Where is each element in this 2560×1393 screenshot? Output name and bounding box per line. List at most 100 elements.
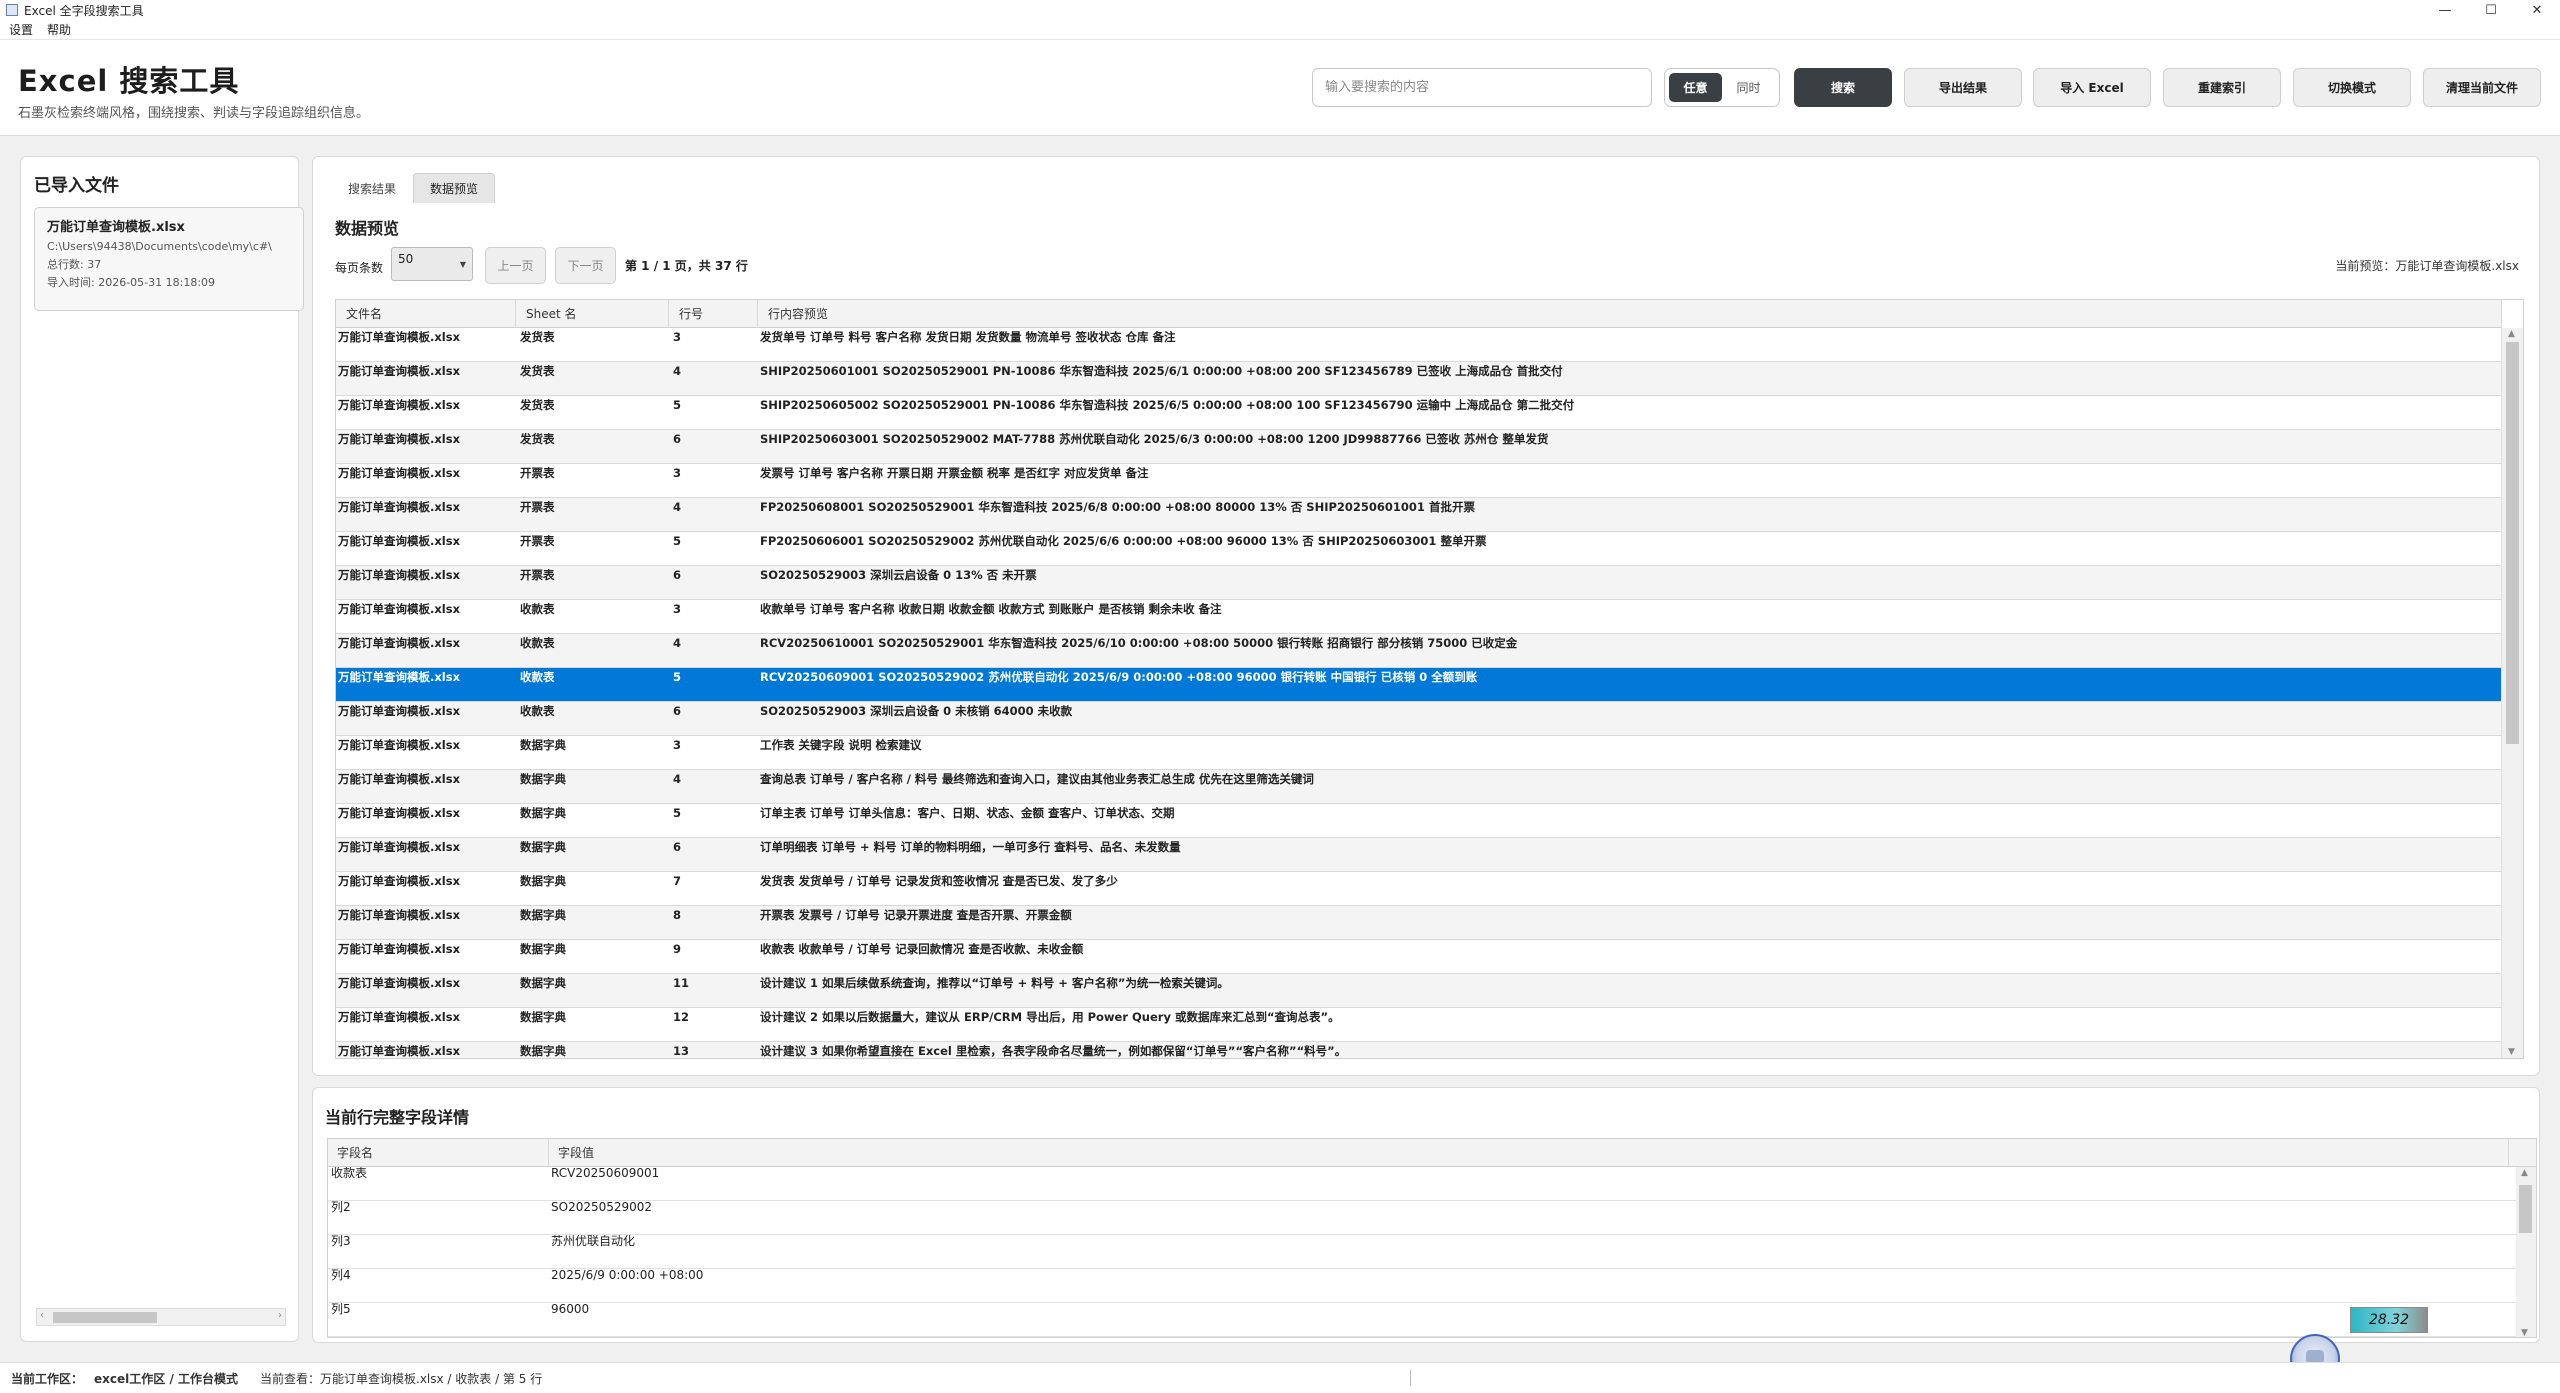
cell-content: FP20250608001 SO20250529001 华东智造科技 2025/…	[760, 500, 1475, 514]
table-row[interactable]: 万能订单查询模板.xlsx 数据字典 6 订单明细表 订单号 + 料号 订单的物料明细…	[336, 838, 2502, 872]
import-excel-button[interactable]: 导入 Excel	[2033, 68, 2151, 107]
vertical-scrollbar[interactable]: ▲ ▼	[2501, 328, 2523, 1058]
mode-any-option[interactable]: 任意	[1669, 73, 1722, 102]
next-page-button[interactable]: 下一页	[555, 247, 616, 284]
table-row[interactable]: 万能订单查询模板.xlsx 发货表 3 发货单号 订单号 料号 客户名称 发货日期 发…	[336, 328, 2502, 362]
workspace-value: excel工作区 / 工作台模式	[94, 1371, 238, 1386]
scroll-up-icon[interactable]: ▲	[2508, 329, 2515, 339]
col-header-filename[interactable]: 文件名	[336, 300, 516, 328]
cell-filename: 万能订单查询模板.xlsx	[338, 636, 460, 650]
scroll-down-icon[interactable]: ▼	[2508, 1047, 2515, 1057]
menu-settings[interactable]: 设置	[9, 21, 33, 38]
imported-files-title: 已导入文件	[34, 176, 119, 196]
cell-content: 发票号 订单号 客户名称 开票日期 开票金额 税率 是否红字 对应发货单 备注	[760, 466, 1149, 480]
scroll-right-icon[interactable]: ›	[278, 1310, 282, 1321]
scroll-down-icon[interactable]: ▼	[2521, 1328, 2528, 1337]
table-row[interactable]: 万能订单查询模板.xlsx 发货表 6 SHIP20250603001 SO20250…	[336, 430, 2502, 464]
table-row[interactable]: 万能订单查询模板.xlsx 数据字典 13 设计建议 3 如果你希望直接在 Excel…	[336, 1042, 2502, 1058]
cell-sheet: 数据字典	[520, 976, 566, 990]
table-row[interactable]: 万能订单查询模板.xlsx 收款表 4 RCV20250610001 SO202505…	[336, 634, 2502, 668]
cell-filename: 万能订单查询模板.xlsx	[338, 330, 460, 344]
table-row[interactable]: 万能订单查询模板.xlsx 数据字典 9 收款表 收款单号 / 订单号 记录回款情况 …	[336, 940, 2502, 974]
col-header-field-value[interactable]: 字段值	[549, 1139, 2509, 1166]
table-row[interactable]: 万能订单查询模板.xlsx 开票表 5 FP20250606001 SO2025052…	[336, 532, 2502, 566]
rebuild-index-button[interactable]: 重建索引	[2163, 68, 2281, 107]
cell-row-number: 4	[673, 364, 682, 378]
scrollbar-thumb[interactable]	[2506, 342, 2519, 744]
table-row[interactable]: 万能订单查询模板.xlsx 收款表 5 RCV20250609001 SO202505…	[336, 668, 2502, 702]
switch-mode-button[interactable]: 切换模式	[2293, 68, 2411, 107]
cell-filename: 万能订单查询模板.xlsx	[338, 1010, 460, 1024]
search-mode-toggle: 任意 同时	[1664, 68, 1780, 107]
table-row[interactable]: 万能订单查询模板.xlsx 发货表 5 SHIP20250605002 SO20250…	[336, 396, 2502, 430]
prev-page-button[interactable]: 上一页	[485, 247, 546, 284]
app-title: Excel 搜索工具	[18, 64, 240, 98]
table-row[interactable]: 万能订单查询模板.xlsx 数据字典 7 发货表 发货单号 / 订单号 记录发货和签收…	[336, 872, 2502, 906]
scroll-left-icon[interactable]: ‹	[40, 1310, 44, 1321]
file-card[interactable]: 万能订单查询模板.xlsx C:\Users\94438\Documents\c…	[34, 207, 304, 311]
detail-row[interactable]: 收款表 RCV20250609001	[328, 1167, 2536, 1201]
table-row[interactable]: 万能订单查询模板.xlsx 开票表 6 SO20250529003 深圳云启设备 0 …	[336, 566, 2502, 600]
per-page-select[interactable]: 50 ▼	[391, 247, 473, 281]
export-results-button[interactable]: 导出结果	[1904, 68, 2022, 107]
cell-filename: 万能订单查询模板.xlsx	[338, 466, 460, 480]
table-row[interactable]: 万能订单查询模板.xlsx 数据字典 3 工作表 关键字段 说明 检索建议	[336, 736, 2502, 770]
floating-meter-widget[interactable]: 28.32	[2350, 1307, 2428, 1333]
clear-current-file-button[interactable]: 清理当前文件	[2423, 68, 2541, 107]
cell-content: 订单主表 订单号 订单头信息：客户、日期、状态、金额 查客户、订单状态、交期	[760, 806, 1175, 820]
col-header-sheet[interactable]: Sheet 名	[516, 300, 669, 328]
col-header-content[interactable]: 行内容预览	[758, 300, 2502, 328]
cell-row-number: 9	[673, 942, 682, 956]
cell-field-value: 苏州优联自动化	[551, 1235, 636, 1248]
col-header-row-number[interactable]: 行号	[669, 300, 758, 328]
mode-all-option[interactable]: 同时	[1722, 73, 1775, 102]
table-row[interactable]: 万能订单查询模板.xlsx 发货表 4 SHIP20250601001 SO20250…	[336, 362, 2502, 396]
tab-search-results[interactable]: 搜索结果	[331, 173, 413, 203]
cell-content: 订单明细表 订单号 + 料号 订单的物料明细，一单可多行 查料号、品名、未发数量	[760, 840, 1181, 854]
cell-content: SO20250529003 深圳云启设备 0 13% 否 未开票	[760, 568, 1037, 582]
detail-row[interactable]: 列4 2025/6/9 0:00:00 +08:00	[328, 1269, 2536, 1303]
cell-sheet: 数据字典	[520, 942, 566, 956]
chevron-down-icon: ▼	[459, 260, 466, 269]
table-row[interactable]: 万能订单查询模板.xlsx 开票表 3 发票号 订单号 客户名称 开票日期 开票金额 …	[336, 464, 2502, 498]
table-row[interactable]: 万能订单查询模板.xlsx 数据字典 4 查询总表 订单号 / 客户名称 / 料号 最…	[336, 770, 2502, 804]
cell-sheet: 开票表	[520, 568, 555, 582]
menu-help[interactable]: 帮助	[47, 21, 71, 38]
cell-row-number: 5	[673, 806, 682, 820]
cell-sheet: 发货表	[520, 432, 555, 446]
detail-vertical-scrollbar[interactable]: ▲ ▼	[2516, 1167, 2536, 1337]
col-header-field-name[interactable]: 字段名	[328, 1139, 549, 1166]
minimize-icon[interactable]: —	[2422, 0, 2468, 20]
table-row[interactable]: 万能订单查询模板.xlsx 数据字典 5 订单主表 订单号 订单头信息：客户、日期、状…	[336, 804, 2502, 838]
cell-row-number: 11	[673, 976, 690, 990]
main-panel: 搜索结果 数据预览 数据预览 每页条数 50 ▼ 上一页 下一页 第 1 / 1…	[312, 156, 2540, 1076]
search-input[interactable]	[1312, 68, 1652, 107]
cell-filename: 万能订单查询模板.xlsx	[338, 364, 460, 378]
search-button[interactable]: 搜索	[1794, 68, 1892, 107]
cell-sheet: 数据字典	[520, 874, 566, 888]
cell-filename: 万能订单查询模板.xlsx	[338, 772, 460, 786]
status-divider	[1410, 1370, 1411, 1386]
detail-row[interactable]: 列2 SO20250529002	[328, 1201, 2536, 1235]
table-row[interactable]: 万能订单查询模板.xlsx 数据字典 12 设计建议 2 如果以后数据量大，建议从 E…	[336, 1008, 2502, 1042]
workspace-label: 当前工作区：	[11, 1371, 84, 1386]
table-row[interactable]: 万能订单查询模板.xlsx 数据字典 11 设计建议 1 如果后续做系统查询，推荐以“…	[336, 974, 2502, 1008]
table-row[interactable]: 万能订单查询模板.xlsx 数据字典 8 开票表 发票号 / 订单号 记录开票进度 查…	[336, 906, 2502, 940]
cell-filename: 万能订单查询模板.xlsx	[338, 432, 460, 446]
table-row[interactable]: 万能订单查询模板.xlsx 收款表 3 收款单号 订单号 客户名称 收款日期 收款金额…	[336, 600, 2502, 634]
scrollbar-thumb[interactable]	[2519, 1185, 2532, 1233]
cell-sheet: 数据字典	[520, 1044, 566, 1058]
cell-content: 发货单号 订单号 料号 客户名称 发货日期 发货数量 物流单号 签收状态 仓库 …	[760, 330, 1176, 344]
maximize-icon[interactable]: ☐	[2468, 0, 2514, 20]
table-row[interactable]: 万能订单查询模板.xlsx 开票表 4 FP20250608001 SO2025052…	[336, 498, 2502, 532]
table-row[interactable]: 万能订单查询模板.xlsx 收款表 6 SO20250529003 深圳云启设备 0 …	[336, 702, 2502, 736]
scroll-up-icon[interactable]: ▲	[2521, 1168, 2528, 1178]
detail-row[interactable]: 列5 96000	[328, 1303, 2536, 1337]
cell-content: 设计建议 1 如果后续做系统查询，推荐以“订单号 + 料号 + 客户名称”为统一…	[760, 976, 1229, 990]
scrollbar-thumb[interactable]	[53, 1312, 157, 1323]
horizontal-scrollbar[interactable]: ‹ ›	[36, 1308, 286, 1326]
cell-row-number: 13	[673, 1044, 690, 1058]
tab-data-preview[interactable]: 数据预览	[413, 173, 496, 203]
detail-row[interactable]: 列3 苏州优联自动化	[328, 1235, 2536, 1269]
close-icon[interactable]: ✕	[2514, 0, 2560, 20]
